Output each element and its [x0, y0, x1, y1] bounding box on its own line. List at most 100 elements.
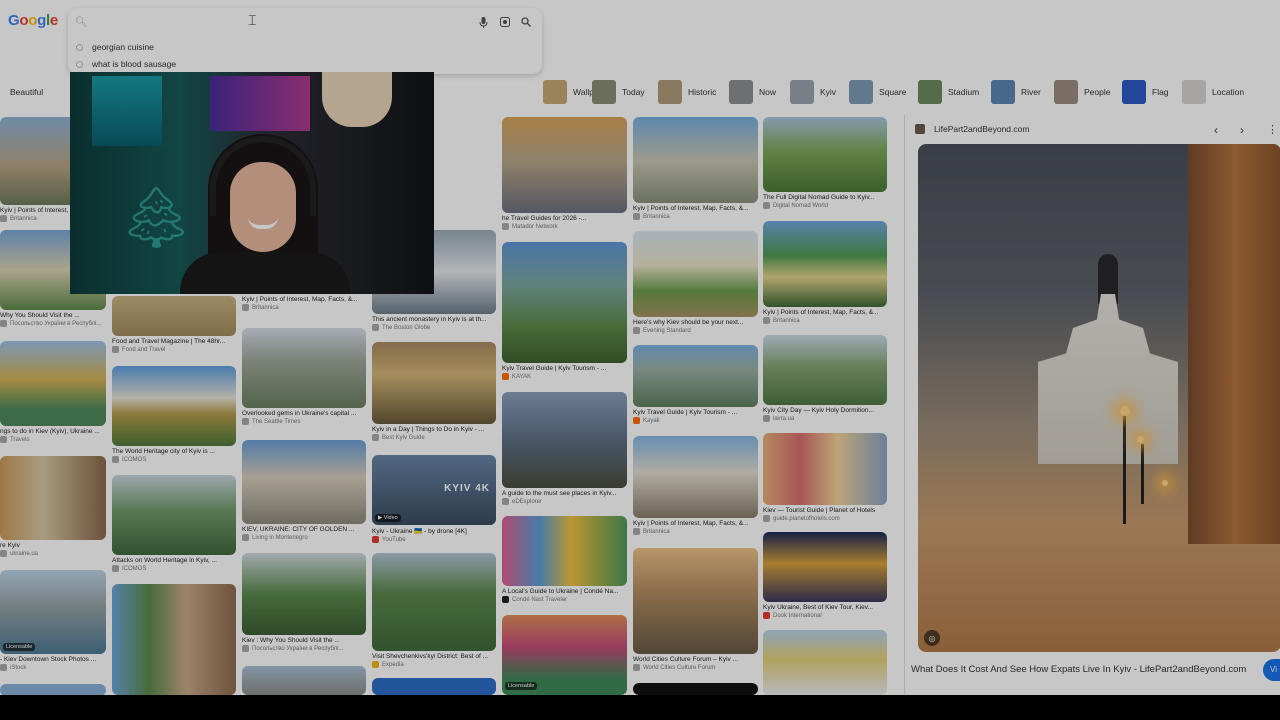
result-caption: Kyiv Travel Guide | Kyiv Tourism - ...: [502, 365, 607, 372]
chip-historic[interactable]: Historic: [658, 79, 716, 105]
image-result[interactable]: [372, 678, 496, 695]
suggestion-item[interactable]: georgian cuisine: [76, 39, 154, 55]
image-result[interactable]: Overlooked gems in Ukraine's capital ...…: [242, 328, 366, 425]
suggestion-item[interactable]: what is blood sausage: [76, 56, 176, 72]
image-result[interactable]: Food and Travel Magazine | The 48hr... F…: [112, 296, 236, 353]
chip-label: Flag: [1152, 87, 1169, 97]
image-result[interactable]: Kiev — Tourist Guide | Planet of Hotels …: [763, 433, 887, 522]
chip-today[interactable]: Today: [592, 79, 645, 105]
chip-kyiv[interactable]: Kyiv: [790, 79, 836, 105]
text-cursor-icon: ⌶: [248, 12, 257, 28]
image-result[interactable]: [633, 683, 758, 695]
result-source: Expedia: [372, 661, 496, 668]
chip-thumbnail: [543, 80, 567, 104]
image-result[interactable]: Kyiv | Points of Interest, Map, Facts, &…: [633, 436, 758, 535]
history-icon: [76, 43, 83, 51]
chip-people[interactable]: People: [1054, 79, 1110, 105]
image-result[interactable]: Kyiv | Points of Interest, Map, Facts, &…: [633, 117, 758, 220]
image-result[interactable]: [763, 630, 887, 695]
result-caption: Kyiv City Day — Kyiv Holy Dormition...: [763, 407, 874, 414]
camera-lens-icon[interactable]: [500, 17, 510, 30]
chip-river[interactable]: River: [991, 79, 1041, 105]
search-input[interactable]: [90, 13, 470, 29]
google-logo[interactable]: Google: [8, 12, 58, 29]
image-result[interactable]: Licensable: [502, 615, 627, 695]
more-options-icon[interactable]: ⋮: [1267, 123, 1278, 136]
chip-thumbnail: [918, 80, 942, 104]
chip-stadium[interactable]: Stadium: [918, 79, 979, 105]
result-source: YouTube: [372, 536, 496, 543]
chip-square[interactable]: Square: [849, 79, 906, 105]
image-result[interactable]: KYIV 4K ▶ Video Kyiv - Ukraine 🇺🇦 - by d…: [372, 455, 496, 543]
image-result[interactable]: Kyiv Travel Guide | Kyiv Tourism - ... K…: [502, 242, 627, 380]
preview-source[interactable]: LifePart2andBeyond.com: [915, 124, 1029, 134]
image-result[interactable]: he Travel Guides for 2026 -... Matador N…: [502, 117, 627, 230]
site-favicon-icon: [915, 124, 925, 134]
chip-label: Now: [759, 87, 777, 97]
image-result[interactable]: A Local's Guide to Ukraine | Condé Na...…: [502, 516, 627, 603]
chevron-right-icon[interactable]: ›: [1240, 123, 1244, 137]
chip-label: Kyiv: [820, 87, 837, 97]
image-result[interactable]: [0, 684, 106, 695]
visit-button[interactable]: Vi: [1263, 659, 1280, 681]
result-caption: he Travel Guides for 2026 -...: [502, 215, 587, 222]
image-result[interactable]: Kyiv Travel Guide | Kyiv Tourism - ... K…: [633, 345, 758, 424]
image-result[interactable]: [112, 584, 236, 695]
chip-location[interactable]: Location: [1182, 79, 1244, 105]
result-source: Living in Montenegro: [242, 534, 366, 541]
google-images-page: Kyiv | Points of Interest, Ma Britannica…: [0, 0, 1280, 695]
image-preview-panel: LifePart2andBeyond.com ‹ › ⋮ ◎ What Does…: [904, 115, 1280, 695]
image-result[interactable]: Kyiv City Day — Kyiv Holy Dormition... l…: [763, 335, 887, 422]
search-submit-icon[interactable]: [521, 17, 531, 30]
result-caption: KIEV, UKRAINE: CITY OF GOLDEN ...: [242, 526, 355, 533]
image-result[interactable]: Kyiv | Points of Interest, Map, Facts, &…: [763, 221, 887, 324]
image-result[interactable]: Visit Shevchenkivs'kyi District: Best of…: [372, 553, 496, 668]
licensable-badge: Licensable: [3, 643, 36, 651]
result-caption: Kyiv Ukraine, Best of Kiev Tour, Kiev...: [763, 604, 873, 611]
chip-now[interactable]: Now: [729, 79, 776, 105]
result-source: iStock: [0, 664, 106, 671]
image-result[interactable]: re Kyiv ukraine.ua: [0, 456, 106, 557]
result-source: Посольство України в Республі...: [0, 320, 106, 327]
chip-label: River: [1021, 87, 1041, 97]
result-source: guide.planetofhotels.com: [763, 515, 887, 522]
chip-beautiful[interactable]: Beautiful: [0, 79, 43, 105]
preview-image[interactable]: ◎: [918, 144, 1280, 652]
image-result[interactable]: Licensable - Kiev Downtown Stock Photos …: [0, 570, 106, 671]
image-result[interactable]: The Full Digital Nomad Guide to Kyiv... …: [763, 117, 887, 209]
search-icon: 🔍︎: [75, 17, 88, 28]
chip-flag[interactable]: Flag: [1122, 79, 1169, 105]
result-caption: This ancient monastery in Kyiv is at th.…: [372, 316, 487, 323]
result-source: lavra.ua: [763, 415, 887, 422]
result-source: Food and Travel: [112, 346, 236, 353]
image-result[interactable]: Here's why Kiev should be your next... E…: [633, 231, 758, 334]
image-result[interactable]: World Cities Culture Forum – Kyiv ... Wo…: [633, 548, 758, 671]
image-result[interactable]: Kyiv in a Day | Things to Do in Kyiv - .…: [372, 342, 496, 441]
lens-search-icon[interactable]: ◎: [924, 630, 940, 646]
chip-thumbnail: [790, 80, 814, 104]
result-source: Evening Standard: [633, 327, 758, 334]
preview-title[interactable]: What Does It Cost And See How Expats Liv…: [911, 664, 1246, 675]
image-result[interactable]: [242, 666, 366, 695]
result-caption: Visit Shevchenkivs'kyi District: Best of…: [372, 653, 488, 660]
search-box[interactable]: 🔍︎ ⌶ georgian cuisine what is blood saus…: [68, 8, 542, 74]
image-result[interactable]: KIEV, UKRAINE: CITY OF GOLDEN ... Living…: [242, 440, 366, 541]
chip-thumbnail: [849, 80, 873, 104]
chip-label: Historic: [688, 87, 717, 97]
image-result[interactable]: The World Heritage city of Kyiv is ... I…: [112, 366, 236, 463]
image-result[interactable]: Kiev : Why You Should Visit the ... Посо…: [242, 553, 366, 652]
image-result[interactable]: A guide to the must see places in Kyiv..…: [502, 392, 627, 505]
image-result[interactable]: Kyiv Ukraine, Best of Kiev Tour, Kiev...…: [763, 532, 887, 619]
microphone-icon[interactable]: [479, 17, 488, 31]
result-source: Britannica: [242, 304, 366, 311]
result-source: Britannica: [763, 317, 887, 324]
chip-label: Location: [1212, 87, 1245, 97]
image-result[interactable]: Attacks on World Heritage in Kyiv, ... I…: [112, 475, 236, 572]
result-caption: The Full Digital Nomad Guide to Kyiv...: [763, 194, 875, 201]
result-source: ukraine.ua: [0, 550, 106, 557]
image-result[interactable]: ngs to do in Kiev (Kyiv), Ukraine ... Tr…: [0, 341, 106, 443]
chevron-left-icon[interactable]: ‹: [1214, 123, 1218, 137]
webcam-overlay: 🌲︎: [70, 72, 434, 294]
image-result[interactable]: Kyiv | Points of Interest, Map, Facts, &…: [242, 294, 366, 311]
history-icon: [76, 60, 83, 68]
